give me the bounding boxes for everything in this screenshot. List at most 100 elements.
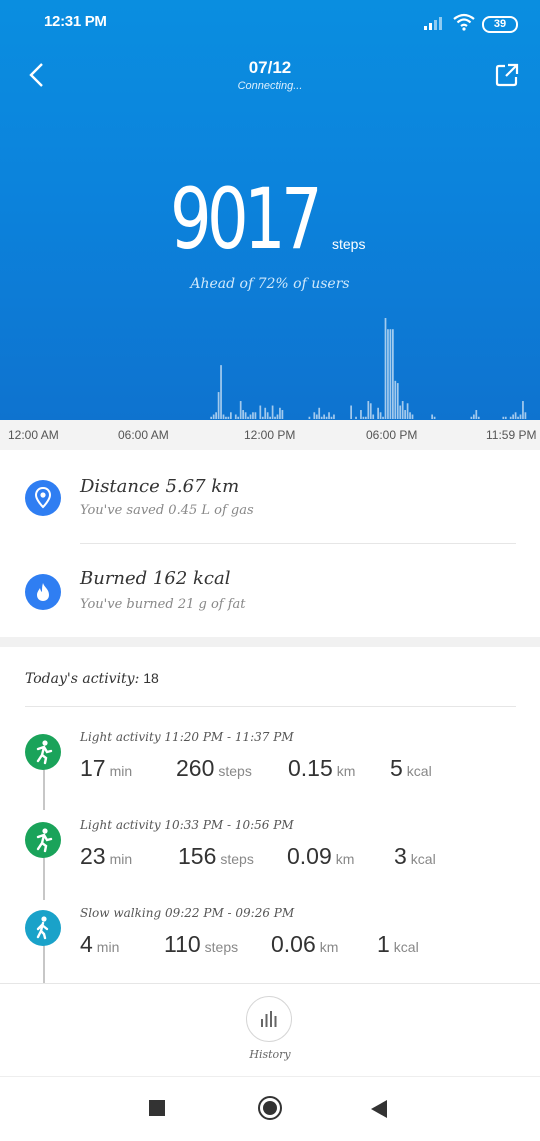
step-bar: [475, 410, 478, 419]
activity-item[interactable]: Light activity 11:20 PM - 11:37 PM 17 min…: [0, 724, 540, 812]
light-activity-icon: [25, 734, 61, 770]
x-tick-label: 11:59 PM: [486, 428, 537, 442]
activity-steps: 260 steps: [176, 755, 252, 781]
activity-steps: 156 steps: [178, 843, 254, 869]
step-bar: [404, 410, 406, 419]
step-bar: [333, 414, 335, 419]
distance-row[interactable]: Distance 5.67 km You've saved 0.45 L of …: [0, 450, 540, 544]
step-bar: [502, 416, 505, 419]
step-bar: [512, 414, 514, 419]
bottom-bar: History: [0, 983, 540, 1076]
share-icon[interactable]: [494, 62, 520, 88]
steps-unit: steps: [332, 236, 366, 252]
activity-steps: 110 steps: [164, 931, 239, 957]
step-bar: [524, 412, 527, 419]
home-icon[interactable]: [258, 1096, 282, 1120]
step-bar: [279, 407, 281, 419]
step-bar: [409, 412, 411, 419]
step-bar: [237, 416, 240, 419]
activity-duration: 23 min: [80, 843, 133, 869]
step-bar: [252, 412, 254, 419]
step-bar: [315, 414, 318, 419]
calories-row[interactable]: Burned 162 kcal You've burned 21 g of fa…: [0, 544, 540, 638]
step-bar: [470, 416, 473, 419]
step-bar: [355, 416, 357, 419]
step-bar: [328, 412, 330, 419]
step-bar: [367, 401, 370, 419]
steps-bar-chart[interactable]: [0, 300, 540, 420]
step-bar: [244, 412, 247, 419]
history-button[interactable]: [246, 996, 292, 1042]
activity-calories: 5 kcal: [390, 755, 432, 781]
activity-item[interactable]: Light activity 10:33 PM - 10:56 PM 23 min…: [0, 812, 540, 900]
history-label: History: [249, 1048, 291, 1061]
step-bar: [509, 416, 512, 419]
step-bar: [264, 407, 267, 419]
x-tick-label: 06:00 AM: [118, 428, 169, 442]
step-bar: [281, 410, 284, 419]
activity-calories: 1 kcal: [377, 931, 419, 957]
step-bar: [433, 416, 436, 419]
flame-icon: [25, 574, 61, 610]
location-pin-icon: [25, 480, 61, 516]
step-bar: [320, 416, 323, 419]
step-bar: [362, 416, 365, 419]
section-gap: [0, 637, 540, 647]
calories-title: Burned 162 kcal: [80, 568, 231, 589]
step-bar: [225, 416, 227, 419]
step-bar: [266, 412, 269, 419]
light-activity-icon: [25, 822, 61, 858]
app-header: 07/12 Connecting...: [0, 44, 540, 104]
step-bar: [261, 416, 264, 419]
activity-distance: 0.06 km: [271, 931, 339, 957]
activity-distance: 0.15 km: [288, 755, 356, 781]
step-bar: [220, 365, 222, 419]
activity-item[interactable]: Slow walking 09:22 PM - 09:26 PM 4 min 11…: [0, 900, 540, 988]
activity-distance: 0.09 km: [287, 843, 355, 869]
step-bar: [379, 412, 382, 419]
activity-title: Light activity 10:33 PM - 10:56 PM: [80, 818, 294, 832]
x-tick-label: 06:00 PM: [366, 428, 418, 442]
step-bar: [365, 416, 367, 419]
distance-subtitle: You've saved 0.45 L of gas: [80, 503, 254, 518]
step-bar: [477, 416, 480, 419]
steps-hero: 12:31 PM 39 07/12 Connecting... 9017 ste…: [0, 0, 540, 420]
activity-label: Today's activity:: [25, 671, 140, 687]
date-title[interactable]: 07/12: [0, 58, 540, 78]
step-bar: [406, 403, 409, 419]
step-bar: [517, 416, 519, 419]
activity-duration: 4 min: [80, 931, 120, 957]
step-bar: [222, 414, 225, 419]
connection-status: Connecting...: [237, 80, 303, 92]
step-bar: [522, 401, 524, 419]
step-bar: [217, 392, 220, 419]
step-bar: [396, 383, 399, 419]
activity-header: Today's activity: 18: [25, 670, 159, 687]
step-bar: [271, 405, 274, 419]
step-bar: [249, 414, 252, 419]
step-bar: [230, 412, 232, 419]
back-triangle-icon[interactable]: [370, 1099, 388, 1119]
recents-icon[interactable]: [149, 1100, 165, 1116]
activity-calories: 3 kcal: [394, 843, 436, 869]
calories-subtitle: You've burned 21 g of fat: [80, 597, 246, 612]
walking-icon: [25, 910, 61, 946]
step-bar: [215, 412, 217, 419]
step-bar: [392, 329, 394, 419]
activity-duration: 17 min: [80, 755, 133, 781]
step-bar: [401, 401, 404, 419]
step-bar: [330, 416, 333, 419]
step-bar: [387, 329, 389, 419]
wifi-icon: [453, 13, 475, 31]
step-bar: [210, 416, 213, 419]
status-bar: 12:31 PM 39: [0, 0, 540, 44]
activity-count: 18: [143, 670, 159, 686]
step-bar: [514, 412, 517, 419]
distance-title: Distance 5.67 km: [80, 476, 240, 497]
step-bar: [411, 414, 414, 419]
step-bar: [372, 414, 375, 419]
step-bar: [259, 405, 262, 419]
step-bar: [394, 380, 397, 419]
step-bar: [431, 414, 433, 419]
step-bar: [519, 414, 522, 419]
